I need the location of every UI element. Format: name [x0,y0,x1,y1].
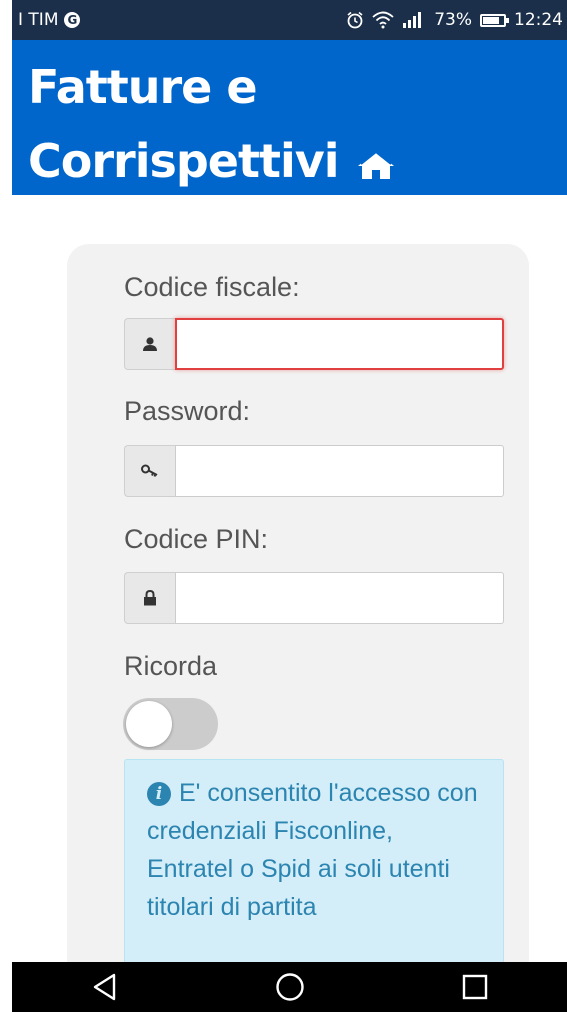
key-icon [141,464,158,477]
lock-icon [144,590,156,606]
back-button[interactable] [85,967,125,1007]
battery-percent: 73% [434,10,472,30]
clock: 12:24 [514,10,563,30]
recents-icon [462,974,487,1000]
codice-fiscale-input[interactable] [175,318,504,370]
wifi-icon [372,11,394,29]
status-bar-right: 73% 12:24 [346,10,563,30]
carrier-label: I TIM [18,10,59,30]
lock-icon-addon [124,572,175,624]
recents-button[interactable] [455,967,495,1007]
password-label: Password: [124,396,251,426]
info-text: E' consentito l'accesso con credenziali … [147,779,478,921]
password-group [124,445,504,497]
key-icon-addon [124,445,175,497]
alarm-icon [347,11,363,29]
page-title-line2: Corrispettivi [28,134,395,188]
status-bar: I TIM G 73% 12:24 [12,0,567,40]
pin-label: Codice PIN: [124,524,269,554]
signal-icon [403,12,422,28]
app-header: Fatture e Corrispettivi [12,40,567,195]
info-icon: i [147,782,171,806]
pin-input[interactable] [175,572,504,624]
page-title-text: Corrispettivi [28,134,340,188]
user-icon-addon [124,318,175,370]
status-bar-left: I TIM G [18,10,81,30]
password-input[interactable] [175,445,504,497]
toggle-knob [126,701,172,747]
remember-toggle[interactable] [123,698,218,750]
codice-fiscale-group [124,318,504,370]
page-title-line1: Fatture e [28,60,258,114]
back-icon [93,973,115,1001]
codice-fiscale-label: Codice fiscale: [124,272,300,302]
google-icon: G [64,12,81,28]
home-nav-button[interactable] [270,967,310,1007]
user-icon [143,337,157,351]
pin-group [124,572,504,624]
home-nav-icon [275,973,304,1001]
system-nav-bar [12,962,567,1012]
battery-icon [480,13,509,27]
remember-label: Ricorda [124,651,218,681]
home-icon[interactable] [357,150,395,180]
